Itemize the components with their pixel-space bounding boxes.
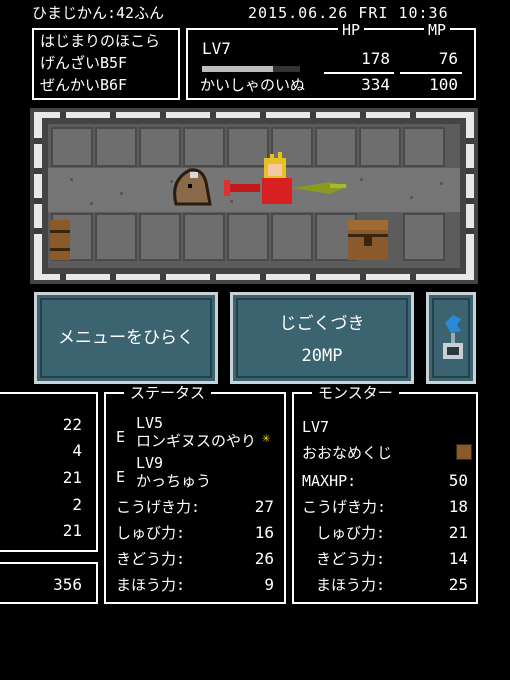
stat-value: 26 [254,549,274,568]
hp-header: HP [338,21,365,39]
monster-stat-label: きどう力: [316,550,386,568]
hp-divider [324,72,394,74]
skill-button-inner [236,298,408,378]
status-panel-title: ステータス [124,385,212,401]
monster-stat-value: 25 [448,575,468,594]
stat-value: 27 [254,497,274,516]
weapon-equip-mark: E [116,428,126,446]
bird-potion-icon [443,315,463,359]
player-level: LV7 [202,39,231,58]
sparkle-icon: ✳ [262,430,271,446]
open-menu-button[interactable]: メニューをひらく [34,292,218,384]
previous-floor: ぜんかいB6F [40,76,128,94]
item-button[interactable] [426,292,476,384]
gold-panel: 356 [0,562,98,604]
stat-label: こうげき力: [116,498,201,516]
stat-label: しゅび力: [116,524,186,542]
monster-stat-value: 18 [448,497,468,516]
left-stats-panel: 22 4 21 2 21 [0,392,98,552]
monster-level: LV7 [302,418,330,436]
left-stat-value: 2 [72,495,82,514]
dungeon-name: はじまりのほこら [40,32,161,50]
mp-max: 100 [429,75,458,94]
exp-bar-fill [202,66,273,72]
current-floor: げんざいB5F [40,54,128,72]
skill-cost: 20MP [301,346,343,366]
monster-name: おおなめくじ [302,444,393,462]
left-stat-value: 21 [62,468,82,487]
left-stat-value: 4 [72,441,82,460]
monster-panel-title: モンスター [312,385,399,401]
left-stat-value: 21 [62,521,82,540]
armor-level: LV9 [136,454,164,472]
status-panel: ステータス LV5 E ロンギヌスのやり ✳ LV9 E かっちゅう こうげき力… [104,385,286,604]
monster-stat-value: 50 [448,471,468,490]
barrel-left [50,220,70,260]
monster-panel: モンスター LV7 おおなめくじ MAXHP: 50 こうげき力: 18 しゅび… [292,385,478,604]
monster-stat-label: まほう力: [316,576,386,594]
weapon-name: ロンギヌスのやり [136,432,257,450]
stat-value: 9 [264,575,274,594]
exp-bar-track [202,66,300,72]
dungeon-view [30,108,478,284]
left-stat-value: 22 [62,415,82,434]
hp-max: 334 [361,75,390,94]
stat-label: まほう力: [116,576,186,594]
gold-amount: 356 [53,575,82,594]
datetime: 2015.06.26 FRI 10:36 [248,4,449,22]
armor-name: かっちゅう [136,472,212,490]
player-name: かいしゃのいぬ [200,76,306,94]
mp-header: MP [424,21,451,39]
party-status-panel: LV7 HP MP 178 76 かいしゃのいぬ 334 100 [186,21,476,100]
monster-stat-label: MAXHP: [302,472,357,490]
mp-divider [400,72,462,74]
armor-equip-mark: E [116,468,126,486]
hp-current: 178 [361,49,390,68]
stat-value: 16 [254,523,274,542]
monster-stat-label: しゅび力: [316,524,386,542]
dungeon-scene [30,108,478,284]
monster-stat-value: 14 [448,549,468,568]
open-menu-label: メニューをひらく [58,328,194,348]
monster-stat-label: こうげき力: [302,498,387,516]
skill-button[interactable]: じごくづき 20MP [230,292,414,384]
skill-name: じごくづき [279,314,365,334]
treasure-chest [348,220,388,260]
monster-stat-value: 21 [448,523,468,542]
stat-label: きどう力: [116,550,186,568]
mp-current: 76 [438,49,458,68]
play-time: ひまじかん:42ふん [32,4,165,22]
location-panel: はじまりのほこら げんざいB5F ぜんかいB6F [32,28,180,100]
weapon-level: LV5 [136,414,164,432]
monster-type-icon [456,444,472,460]
